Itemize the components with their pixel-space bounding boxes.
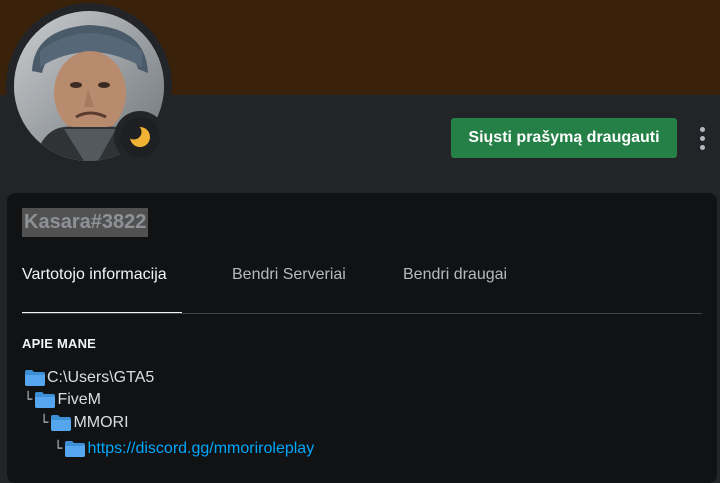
about-line: C:\Users\GTA5 [22,367,154,389]
more-dot-icon [699,135,705,141]
about-line-text: FiveM [57,391,101,408]
status-indicator [120,117,160,157]
tab-mutual-servers[interactable]: Bendri Serveriai [232,262,346,288]
more-dot-icon [699,144,705,150]
folder-icon [51,415,72,431]
tree-branch: └ [24,392,33,408]
tabs-divider [22,313,702,314]
profile-tabs: Vartotojo informacija Bendri Serveriai B… [22,262,702,314]
moon-idle-icon [129,126,150,147]
tab-mutual-friends[interactable]: Bendri draugai [403,262,507,288]
folder-icon [25,370,45,386]
username[interactable]: Kasara#3822 [22,208,149,237]
about-line: └ MMORI [40,412,129,434]
tree-branch: └ [40,415,49,431]
discord-invite-link[interactable]: https://discord.gg/mmoriroleplay [87,440,314,458]
about-line-text: MMORI [73,414,129,431]
more-dot-icon [699,126,705,132]
folder-icon [65,441,86,457]
tab-user-info[interactable]: Vartotojo informacija [22,262,167,288]
about-line-text: C:\Users\GTA5 [47,369,155,386]
more-options-button[interactable] [690,120,714,156]
tree-branch: └ [54,441,63,457]
about-me-title: APIE MANE [22,336,97,351]
about-line: └ FiveM [24,389,101,411]
add-friend-button[interactable]: Siųsti prašymą draugauti [451,118,677,158]
folder-icon [35,392,56,408]
about-line: └ https://discord.gg/mmoriroleplay [54,438,314,460]
